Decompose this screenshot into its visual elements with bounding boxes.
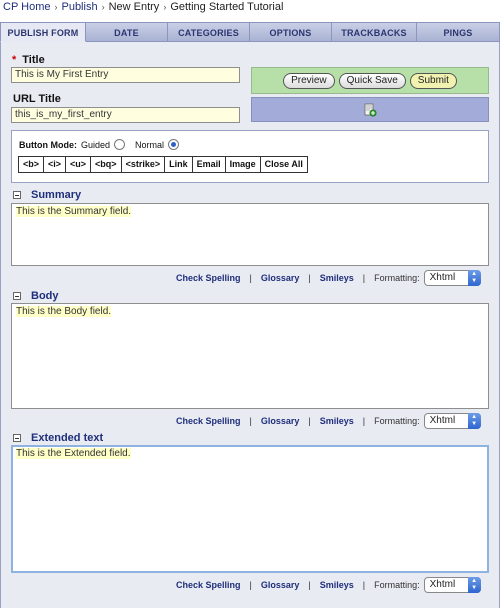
formatting-select[interactable]: Xhtml ▲ ▼ <box>423 270 481 286</box>
formatting-value: Xhtml <box>429 579 456 590</box>
separator: | <box>308 416 311 426</box>
button-mode: Button Mode: Guided Normal <box>19 139 180 150</box>
button-mode-label: Button Mode: <box>19 139 77 150</box>
extended-textarea[interactable]: This is the Extended field. <box>11 445 489 573</box>
upload-file-bar[interactable] <box>251 97 489 122</box>
select-arrows-icon: ▲ ▼ <box>467 577 481 593</box>
breadcrumb-weblog: Getting Started Tutorial <box>170 1 284 13</box>
smileys-link[interactable]: Smileys <box>320 580 354 590</box>
summary-textarea[interactable]: This is the Summary field. <box>11 203 489 266</box>
smileys-link[interactable]: Smileys <box>320 416 354 426</box>
separator: | <box>308 580 311 590</box>
title-label: * Title <box>12 54 45 66</box>
bold-tag-button[interactable]: <b> <box>18 156 45 173</box>
separator: | <box>362 416 366 426</box>
extended-label: Extended text <box>31 432 104 444</box>
tab-options[interactable]: OPTIONS <box>250 22 332 42</box>
guided-label: Guided <box>80 139 111 150</box>
url-title-label: URL Title <box>13 93 61 105</box>
normal-radio[interactable] <box>168 139 180 150</box>
required-mark: * <box>12 54 17 66</box>
separator: | <box>249 580 252 590</box>
collapse-icon[interactable] <box>13 191 21 199</box>
breadcrumb-separator: › <box>54 2 58 12</box>
body-text: This is the Body field. <box>16 306 112 317</box>
separator: | <box>362 580 366 590</box>
preview-button[interactable]: Preview <box>283 72 335 89</box>
separator: | <box>362 273 366 283</box>
collapse-icon[interactable] <box>13 434 21 442</box>
check-spelling-link[interactable]: Check Spelling <box>176 416 241 426</box>
tab-date[interactable]: DATE <box>86 22 168 42</box>
breadcrumb-separator: › <box>163 2 167 12</box>
formatting-label: Formatting: <box>374 273 420 283</box>
link-button[interactable]: Link <box>164 156 193 173</box>
blockquote-tag-button[interactable]: <bq> <box>90 156 122 173</box>
separator: | <box>249 416 252 426</box>
file-upload-icon[interactable] <box>363 103 377 117</box>
normal-label: Normal <box>135 139 165 150</box>
image-button[interactable]: Image <box>224 156 261 173</box>
email-button[interactable]: Email <box>191 156 226 173</box>
collapse-icon[interactable] <box>13 292 21 300</box>
glossary-link[interactable]: Glossary <box>261 273 300 283</box>
check-spelling-link[interactable]: Check Spelling <box>176 580 241 590</box>
url-title-input[interactable]: this_is_my_first_entry <box>11 107 240 123</box>
body-section-header: Body <box>13 290 59 302</box>
glossary-link[interactable]: Glossary <box>261 580 300 590</box>
smileys-link[interactable]: Smileys <box>320 273 354 283</box>
extended-section-header: Extended text <box>13 432 103 444</box>
tab-publish-form[interactable]: PUBLISH FORM <box>0 22 86 42</box>
formatting-toolbar: Button Mode: Guided Normal <b> <i> <u> <… <box>11 130 489 183</box>
check-spelling-link[interactable]: Check Spelling <box>176 273 241 283</box>
breadcrumb-publish[interactable]: Publish <box>61 1 97 13</box>
breadcrumb: CP Home › Publish › New Entry › Getting Starte… <box>3 1 283 15</box>
formatting-select[interactable]: Xhtml ▲ ▼ <box>423 413 481 429</box>
select-arrows-icon: ▲ ▼ <box>467 270 481 286</box>
formatting-select[interactable]: Xhtml ▲ ▼ <box>423 577 481 593</box>
tab-trackbacks[interactable]: TRACKBACKS <box>332 22 417 42</box>
formatting-value: Xhtml <box>429 272 456 283</box>
guided-radio[interactable] <box>114 139 126 150</box>
formatting-label: Formatting: <box>374 580 420 590</box>
formatting-label: Formatting: <box>374 416 420 426</box>
title-label-text: Title <box>22 54 45 66</box>
quick-save-button[interactable]: Quick Save <box>338 72 406 89</box>
glossary-link[interactable]: Glossary <box>261 416 300 426</box>
format-button-row: <b> <i> <u> <bq> <strike> Link Email Ima… <box>18 156 308 173</box>
separator: | <box>308 273 311 283</box>
title-input[interactable]: This is My First Entry <box>11 67 240 83</box>
summary-tools: Check Spelling | Glossary | Smileys | Fo… <box>176 270 496 286</box>
body-textarea[interactable]: This is the Body field. <box>11 303 489 409</box>
submit-button[interactable]: Submit <box>409 72 457 89</box>
breadcrumb-cp-home[interactable]: CP Home <box>3 1 50 13</box>
extended-text: This is the Extended field. <box>16 448 131 459</box>
close-all-button[interactable]: Close All <box>259 156 308 173</box>
summary-label: Summary <box>31 189 82 201</box>
underline-tag-button[interactable]: <u> <box>65 156 92 173</box>
tab-categories[interactable]: CATEGORIES <box>168 22 250 42</box>
select-arrows-icon: ▲ ▼ <box>467 413 481 429</box>
summary-text: This is the Summary field. <box>16 206 132 217</box>
body-tools: Check Spelling | Glossary | Smileys | Fo… <box>176 413 496 429</box>
tab-pings[interactable]: PINGS <box>417 22 500 42</box>
breadcrumb-new-entry: New Entry <box>108 1 160 13</box>
breadcrumb-separator: › <box>101 2 105 12</box>
body-label: Body <box>31 290 59 302</box>
formatting-value: Xhtml <box>429 415 456 426</box>
extended-tools: Check Spelling | Glossary | Smileys | Fo… <box>176 577 496 593</box>
separator: | <box>249 273 252 283</box>
italic-tag-button[interactable]: <i> <box>43 156 67 173</box>
summary-section-header: Summary <box>13 189 81 201</box>
submit-actions: Preview Quick Save Submit <box>251 67 489 94</box>
publish-tabs: PUBLISH FORM DATE CATEGORIES OPTIONS TRA… <box>0 22 500 42</box>
strike-tag-button[interactable]: <strike> <box>120 156 166 173</box>
